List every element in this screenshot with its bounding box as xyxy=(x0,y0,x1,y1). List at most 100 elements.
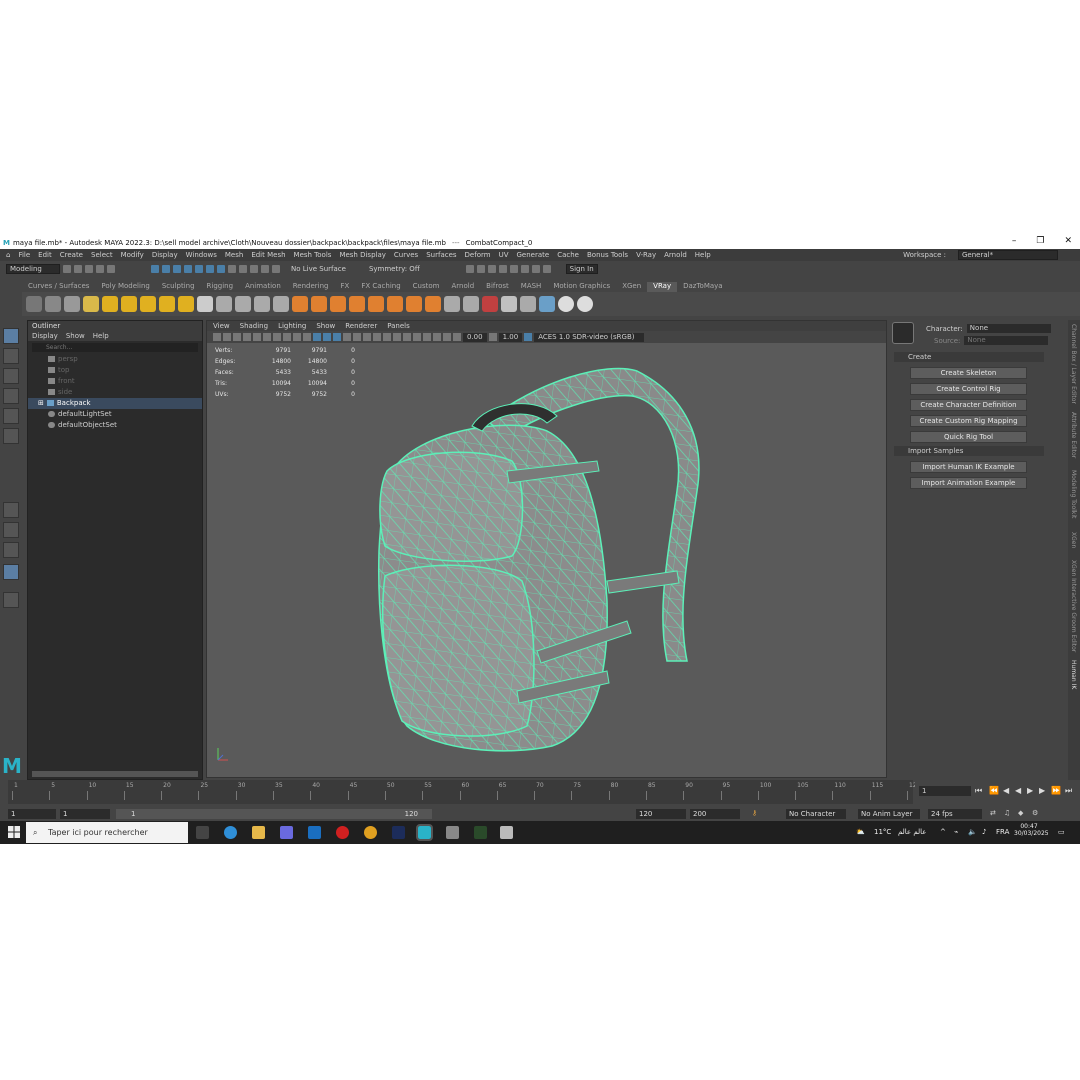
outliner-item[interactable]: side xyxy=(28,387,202,398)
menu-arnold[interactable]: Arnold xyxy=(664,251,687,259)
select-tool-icon[interactable] xyxy=(3,328,19,344)
shelf-tab-active[interactable]: VRay xyxy=(647,282,678,292)
fps-dropdown[interactable]: 24 fps xyxy=(928,809,982,819)
play-forwards-icon[interactable]: ▶ xyxy=(1027,786,1033,795)
key-icon[interactable]: ⚷ xyxy=(752,809,757,817)
hypershade-icon[interactable] xyxy=(509,265,518,273)
store-icon[interactable] xyxy=(280,826,293,839)
restore-icon[interactable]: ❐ xyxy=(1036,236,1044,246)
vray-frame-buffer-icon[interactable] xyxy=(45,296,61,312)
chrome-icon[interactable] xyxy=(364,826,377,839)
vray-plane-icon[interactable] xyxy=(197,296,213,312)
step-back-key-icon[interactable]: ⏪ xyxy=(989,786,999,795)
play-backwards-icon[interactable]: ◀ xyxy=(1015,786,1021,795)
shelf-tab[interactable]: MASH xyxy=(515,282,548,292)
select-component-icon[interactable] xyxy=(173,265,181,273)
daz-icon[interactable] xyxy=(446,826,459,839)
end-time-field[interactable]: 200 xyxy=(690,809,740,819)
range-slider[interactable]: 1 120 xyxy=(116,809,432,819)
live-surface-label[interactable]: No Live Surface xyxy=(291,265,346,273)
vray-ipr-icon[interactable] xyxy=(64,296,80,312)
snap-curve-icon[interactable] xyxy=(195,265,203,273)
shelf-tab[interactable]: Motion Graphics xyxy=(547,282,616,292)
time-slider[interactable]: 1 5 10 15 20 25 30 35 40 45 50 55 60 65 70 75 80 85 90 95 10… xyxy=(8,780,920,804)
nvidia-icon[interactable] xyxy=(474,826,487,839)
outliner-item[interactable]: defaultLightSet xyxy=(28,409,202,420)
menu-create[interactable]: Create xyxy=(60,251,83,259)
playback-end-field[interactable]: 120 xyxy=(636,809,686,819)
menu-deform[interactable]: Deform xyxy=(465,251,491,259)
render-view-icon[interactable] xyxy=(520,265,529,273)
vray-decal-icon[interactable] xyxy=(463,296,479,312)
vray-grid-icon[interactable] xyxy=(349,296,365,312)
new-scene-icon[interactable] xyxy=(63,265,71,273)
menu-mesh[interactable]: Mesh xyxy=(225,251,243,259)
menu-mesh-display[interactable]: Mesh Display xyxy=(339,251,385,259)
shelf-tab[interactable]: Animation xyxy=(239,282,287,292)
step-forward-frame-icon[interactable]: ▶ xyxy=(1039,786,1045,795)
outlook-icon[interactable] xyxy=(308,826,321,839)
shelf-tab[interactable]: Bifrost xyxy=(480,282,515,292)
taskbar-search-input[interactable]: ⌕ Taper ici pour rechercher xyxy=(26,822,188,843)
side-tab-xgen-groom[interactable]: XGen Interactive Groom Editor xyxy=(1070,560,1077,652)
current-frame-field[interactable]: 1 xyxy=(919,786,971,796)
symmetry-label[interactable]: Symmetry: Off xyxy=(369,265,420,273)
shelf-tab[interactable]: Custom xyxy=(407,282,446,292)
outliner-item[interactable]: defaultObjectSet xyxy=(28,420,202,431)
shelf-tab[interactable]: Arnold xyxy=(446,282,481,292)
vray-proxy-icon[interactable] xyxy=(216,296,232,312)
side-tab-modeling-toolkit[interactable]: Modeling Toolkit xyxy=(1070,470,1077,518)
menu-surfaces[interactable]: Surfaces xyxy=(426,251,456,259)
vray-subdivision-icon[interactable] xyxy=(406,296,422,312)
vray-sphere-light-icon[interactable] xyxy=(102,296,118,312)
menu-modify[interactable]: Modify xyxy=(121,251,144,259)
outliner-item[interactable]: persp xyxy=(28,354,202,365)
menu-uv[interactable]: UV xyxy=(499,251,509,259)
create-custom-rig-mapping-button[interactable]: Create Custom Rig Mapping xyxy=(910,415,1027,427)
cube-app-icon[interactable] xyxy=(500,826,513,839)
menu-file[interactable]: File xyxy=(18,251,30,259)
vray-dome-light-icon[interactable] xyxy=(140,296,156,312)
network-icon[interactable]: ⌁ xyxy=(954,821,958,844)
side-tab-xgen[interactable]: XGen xyxy=(1070,532,1077,548)
menu-display[interactable]: Display xyxy=(152,251,178,259)
vray-scene-icon[interactable] xyxy=(235,296,251,312)
outliner-scrollbar[interactable] xyxy=(32,771,198,777)
render-settings-icon[interactable] xyxy=(498,265,507,273)
auto-key-icon[interactable]: ◆ xyxy=(1018,809,1023,817)
shelf-tab[interactable]: FX Caching xyxy=(355,282,406,292)
anim-layer-dropdown[interactable]: No Anim Layer xyxy=(858,809,920,819)
sound-icon[interactable]: ♪ xyxy=(982,821,986,844)
vray-cloud-icon[interactable] xyxy=(520,296,536,312)
pause-icon[interactable] xyxy=(542,265,551,273)
outliner-item[interactable]: front xyxy=(28,376,202,387)
go-to-end-icon[interactable]: ⏭ xyxy=(1065,786,1072,796)
source-dropdown[interactable]: None xyxy=(964,336,1049,345)
vray-rect-light-icon[interactable] xyxy=(121,296,137,312)
vray-displacement-icon[interactable] xyxy=(387,296,403,312)
lock-icon[interactable] xyxy=(228,265,236,273)
shelf-tab[interactable]: Poly Modeling xyxy=(95,282,155,292)
outliner-menu-display[interactable]: Display xyxy=(32,331,58,341)
menu-windows[interactable]: Windows xyxy=(186,251,217,259)
weather-icon[interactable]: ⛅ xyxy=(856,821,865,844)
snap-icon[interactable] xyxy=(261,265,269,273)
snap-grid-icon[interactable] xyxy=(184,265,192,273)
vray-mesh-icon[interactable] xyxy=(273,296,289,312)
menu-help[interactable]: Help xyxy=(695,251,711,259)
sound-icon[interactable]: ♫ xyxy=(1004,809,1010,817)
file-explorer-icon[interactable] xyxy=(252,826,265,839)
vray-settings-icon[interactable] xyxy=(444,296,460,312)
weather-desc[interactable]: عالم عالم xyxy=(898,821,926,844)
select-object-icon[interactable] xyxy=(162,265,170,273)
close-icon[interactable]: ✕ xyxy=(1064,236,1072,246)
shelf-tab[interactable]: Rendering xyxy=(287,282,335,292)
menu-cache[interactable]: Cache xyxy=(557,251,579,259)
menu-edit-mesh[interactable]: Edit Mesh xyxy=(251,251,285,259)
outliner-menu-help[interactable]: Help xyxy=(93,331,109,341)
snap-plane-icon[interactable] xyxy=(217,265,225,273)
create-skeleton-button[interactable]: Create Skeleton xyxy=(910,367,1027,379)
vray-render-icon[interactable] xyxy=(531,265,540,273)
expand-icon[interactable]: ⊞ xyxy=(38,399,44,407)
go-to-start-icon[interactable]: ⏮ xyxy=(975,786,982,796)
